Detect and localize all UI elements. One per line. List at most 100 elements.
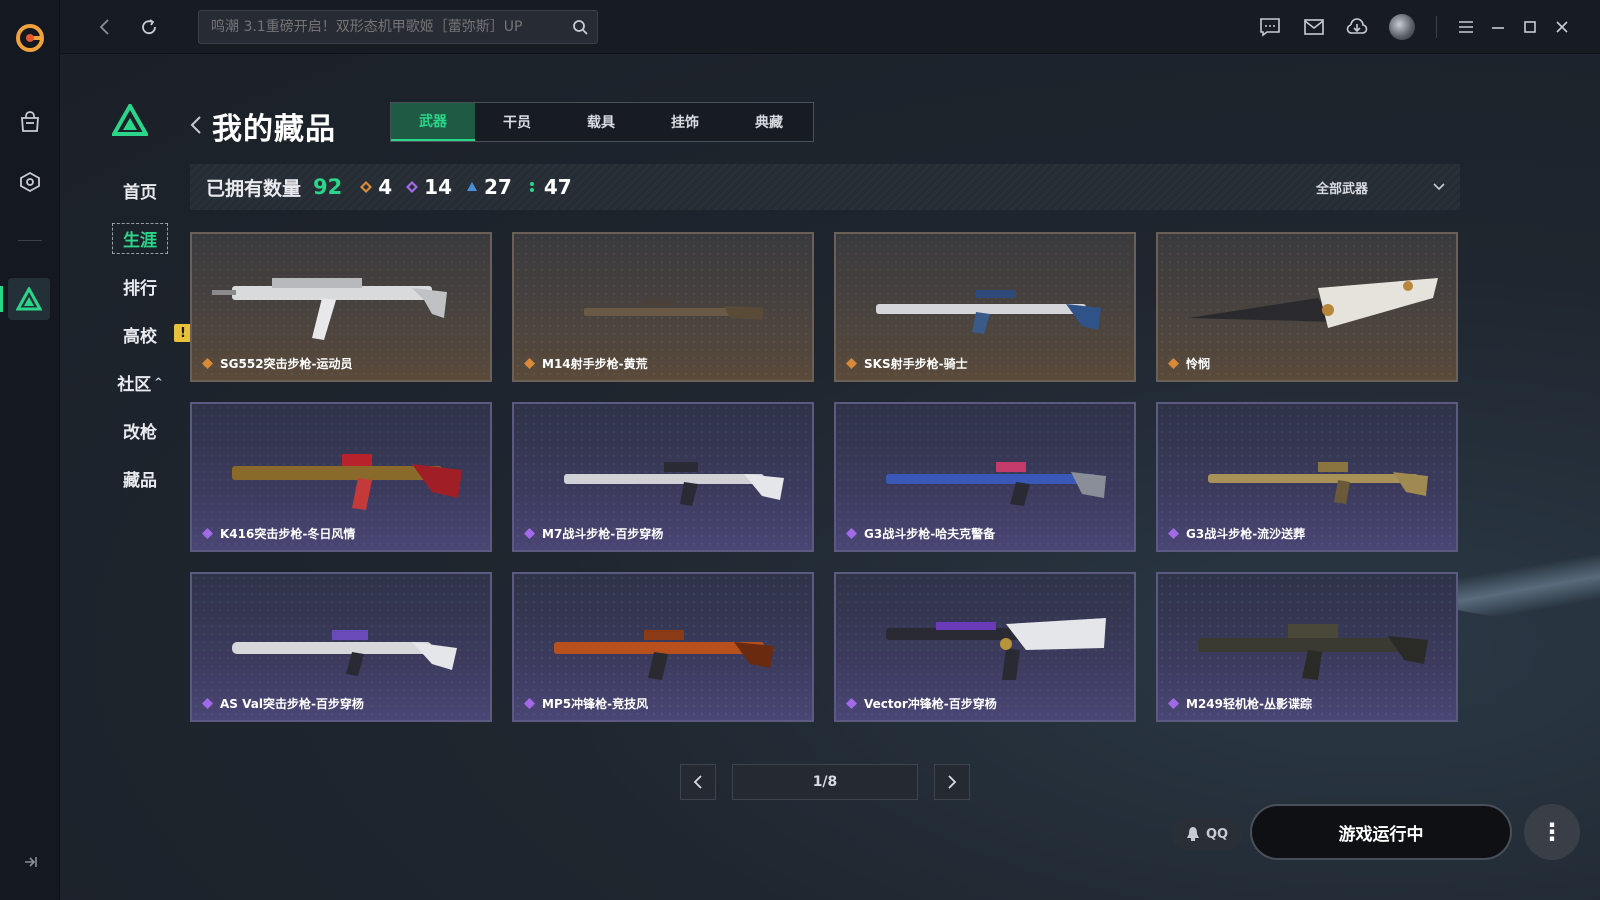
prev-page-button[interactable]: [680, 764, 716, 800]
app-rail: [0, 0, 60, 900]
back-button[interactable]: [90, 12, 120, 42]
green-rarity-icon: [529, 182, 534, 192]
app-logo-icon[interactable]: [14, 22, 46, 54]
weapon-card[interactable]: K416突击步枪-冬日风情: [190, 402, 492, 552]
purple-count-value: 14: [424, 175, 453, 199]
weapon-card[interactable]: AS Val突击步枪-百步穿杨: [190, 572, 492, 722]
nav-career-label: 生涯: [112, 222, 168, 254]
refresh-button[interactable]: [134, 12, 164, 42]
close-icon[interactable]: [1548, 13, 1576, 41]
nav-campus[interactable]: 高校!: [100, 310, 192, 358]
tab-weapons[interactable]: 武器: [391, 103, 475, 141]
rifle-skin-image: [232, 454, 462, 510]
qq-label: QQ: [1205, 826, 1229, 842]
mail-icon[interactable]: [1300, 13, 1328, 41]
nav-modify-gun-label: 改枪: [123, 422, 157, 443]
gold-rarity-icon: [360, 181, 373, 193]
weapon-name: MP5冲锋枪-竞技风: [524, 695, 648, 712]
rifle-skin-image: [584, 300, 764, 320]
chat-icon[interactable]: [1256, 13, 1284, 41]
store-bag-icon[interactable]: [16, 108, 44, 136]
gold-rarity-icon: [202, 358, 213, 369]
owned-count-label: 已拥有数量: [206, 177, 302, 200]
purple-rarity-icon: [524, 698, 535, 709]
chevron-down-icon: [1433, 183, 1445, 191]
qq-penguin-icon: [1186, 827, 1199, 841]
gold-count: 4: [360, 175, 392, 199]
minimize-icon[interactable]: [1484, 13, 1512, 41]
weapon-card[interactable]: SG552突击步枪-运动员: [190, 232, 492, 382]
menu-icon[interactable]: [1452, 13, 1480, 41]
tab-charms[interactable]: 挂饰: [643, 103, 727, 141]
qq-button[interactable]: QQ: [1172, 818, 1242, 850]
owned-total: 92: [313, 175, 343, 199]
rifle-skin-image: [886, 462, 1106, 506]
nav-home-label: 首页: [123, 182, 157, 203]
game-tag-icon[interactable]: [16, 168, 44, 196]
delta-brand-logo-icon: [112, 104, 148, 136]
purple-rarity-icon: [406, 181, 419, 193]
nav-home[interactable]: 首页: [100, 166, 180, 214]
page-title: 我的藏品: [212, 112, 336, 147]
weapon-filter-dropdown[interactable]: 全部武器: [1316, 164, 1446, 210]
weapon-card[interactable]: Vector冲锋枪-百步穿杨: [834, 572, 1136, 722]
user-avatar[interactable]: [1388, 13, 1416, 41]
rail-active-indicator: [0, 286, 3, 312]
page-back-icon[interactable]: [188, 114, 204, 136]
download-icon[interactable]: [1343, 13, 1371, 41]
nav-community[interactable]: 社区 ^: [100, 358, 180, 406]
green-count-value: 47: [543, 175, 572, 199]
delta-game-rail-icon[interactable]: [8, 278, 50, 320]
green-count: 47: [526, 175, 572, 199]
tab-archive[interactable]: 典藏: [727, 103, 811, 141]
nav-modify-gun[interactable]: 改枪: [100, 406, 180, 454]
weapon-card[interactable]: M7战斗步枪-百步穿杨: [512, 402, 814, 552]
rifle-skin-image: [1208, 462, 1428, 504]
ownership-stats-bar: 已拥有数量 92 4 14 27 47 全部武器: [190, 164, 1460, 210]
weapon-name: G3战斗步枪-流沙送葬: [1168, 525, 1305, 542]
gold-count-value: 4: [378, 175, 393, 199]
weapon-card[interactable]: SKS射手步枪-骑士: [834, 232, 1136, 382]
weapon-filter-label: 全部武器: [1315, 181, 1368, 197]
weapon-name: M14射手步枪-黄荒: [524, 355, 648, 372]
purple-rarity-icon: [524, 528, 535, 539]
gold-rarity-icon: [524, 358, 535, 369]
nav-career[interactable]: 生涯: [100, 214, 180, 262]
weapon-card[interactable]: 怜悯: [1156, 232, 1458, 382]
rifle-skin-image: [232, 630, 457, 676]
collection-tabs: 武器 干员 载具 挂饰 典藏: [390, 102, 814, 142]
rifle-skin-image: [876, 290, 1101, 334]
pagination: 1/8: [680, 764, 990, 800]
weapon-name: SKS射手步枪-骑士: [846, 355, 968, 372]
weapon-card[interactable]: G3战斗步枪-哈夫克警备: [834, 402, 1136, 552]
nav-ranking-label: 排行: [123, 278, 157, 299]
nav-collection[interactable]: 藏品: [100, 454, 180, 502]
tab-vehicles[interactable]: 载具: [559, 103, 643, 141]
weapon-name: SG552突击步枪-运动员: [202, 355, 353, 372]
smg-skin-image: [886, 618, 1106, 680]
next-page-button[interactable]: [934, 764, 970, 800]
weapon-card[interactable]: M249轻机枪-丛影谍踪: [1156, 572, 1458, 722]
topbar-divider: [1436, 16, 1437, 38]
blue-count: 27: [466, 175, 512, 199]
search-box[interactable]: [198, 10, 598, 44]
expand-rail-icon[interactable]: [20, 852, 40, 872]
weapon-name: M7战斗步枪-百步穿杨: [524, 525, 663, 542]
search-icon[interactable]: [571, 18, 589, 36]
search-input[interactable]: [199, 11, 559, 43]
weapon-card[interactable]: M14射手步枪-黄荒: [512, 232, 814, 382]
tab-operators[interactable]: 干员: [475, 103, 559, 141]
more-options-button[interactable]: ⋮: [1524, 804, 1580, 860]
smg-skin-image: [554, 630, 774, 680]
maximize-icon[interactable]: [1516, 13, 1544, 41]
blue-rarity-icon: [467, 182, 478, 191]
weapon-grid: SG552突击步枪-运动员 M14射手步枪-黄荒 SKS射手步枪-骑士 怜悯 K…: [190, 232, 1462, 722]
main-content: 首页 生涯 排行 高校! 社区 ^ 改枪 藏品 我的藏品 武器 干员 载具 挂饰 …: [60, 54, 1600, 900]
weapon-card[interactable]: G3战斗步枪-流沙送葬: [1156, 402, 1458, 552]
weapon-card[interactable]: MP5冲锋枪-竞技风: [512, 572, 814, 722]
nav-ranking[interactable]: 排行: [100, 262, 180, 310]
purple-rarity-icon: [846, 528, 857, 539]
game-running-button[interactable]: 游戏运行中: [1250, 804, 1512, 860]
page-indicator: 1/8: [732, 764, 918, 800]
nav-community-label: 社区: [117, 374, 152, 395]
